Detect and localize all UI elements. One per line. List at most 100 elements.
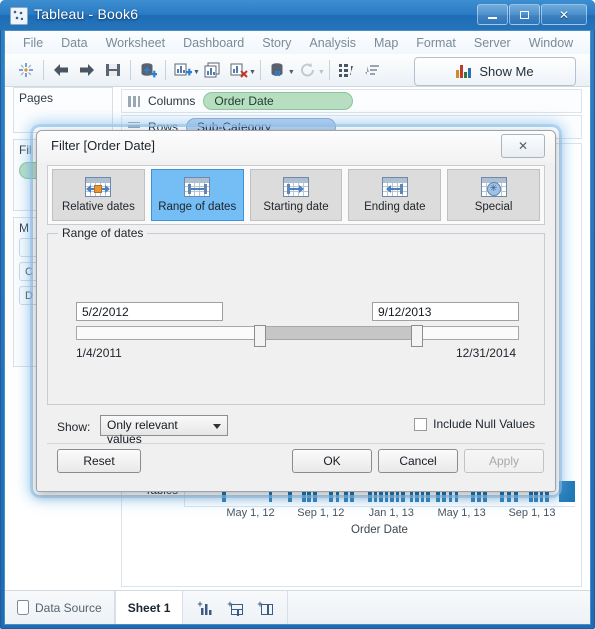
axis-tick-label: Jan 1, 13 [368, 507, 414, 519]
window-title: Tableau - Book6 [34, 6, 139, 22]
sheet-tab-sheet1[interactable]: Sheet 1 [114, 591, 184, 624]
sort-ascending-icon[interactable] [334, 57, 360, 83]
dialog-body: Relative dates Range of dates Starting d… [47, 165, 545, 481]
new-worksheet-icon[interactable] [170, 57, 196, 83]
tab-ending-date[interactable]: Ending date [348, 169, 442, 221]
filter-mode-tabs: Relative dates Range of dates Starting d… [47, 165, 545, 225]
axis-tick-label: May 1, 12 [226, 507, 275, 519]
menu-map[interactable]: Map [365, 34, 407, 52]
ok-button[interactable]: OK [292, 449, 372, 473]
menu-data[interactable]: Data [52, 34, 96, 52]
window-controls: ✕ [477, 4, 587, 25]
show-me-bars-icon [456, 65, 472, 78]
dialog-title: Filter [Order Date] [51, 138, 156, 153]
tab-label: Starting date [263, 201, 329, 213]
tableau-application-window: Tableau - Book6 ✕ File Data Worksheet Da… [0, 0, 595, 629]
include-null-values-label: Include Null Values [433, 417, 535, 431]
include-null-values-row[interactable]: Include Null Values [414, 417, 535, 431]
filter-order-date-dialog: Filter [Order Date] ✕ Relative dates Ran… [36, 130, 556, 492]
dialog-titlebar: Filter [Order Date] ✕ [37, 131, 555, 163]
show-label: Show: [57, 420, 91, 434]
duplicate-sheet-icon[interactable] [200, 57, 226, 83]
menu-format[interactable]: Format [407, 34, 465, 52]
pages-card[interactable]: Pages [13, 87, 113, 133]
columns-pill-order-date[interactable]: Order Date [203, 92, 354, 110]
tab-starting-date[interactable]: Starting date [249, 169, 343, 221]
refresh-icon [295, 57, 321, 83]
cancel-button[interactable]: Cancel [378, 449, 458, 473]
range-min-label: 1/4/2011 [76, 346, 122, 360]
slider-handle-start[interactable] [254, 325, 266, 353]
back-arrow-icon[interactable] [48, 57, 74, 83]
slider-selected-range [260, 327, 417, 339]
axis-tick-label: Sep 1, 13 [508, 507, 556, 519]
date-range-slider[interactable] [76, 325, 519, 353]
show-values-row: Show: Only relevant values Include Null … [47, 415, 545, 446]
sheet-tab-label: Sheet 1 [127, 600, 171, 615]
menu-dashboard[interactable]: Dashboard [174, 34, 253, 52]
menu-server[interactable]: Server [465, 34, 520, 52]
tab-relative-dates[interactable]: Relative dates [52, 169, 145, 221]
tab-label: Special [474, 201, 513, 213]
tab-label: Ending date [364, 201, 426, 213]
special-icon: ✳ [480, 177, 507, 197]
minimize-button[interactable] [477, 4, 508, 25]
swap-rows-columns-icon[interactable] [265, 57, 291, 83]
status-bar: Data Source Sheet 1 + + + [5, 590, 590, 624]
axis-tick-label: May 1, 13 [437, 507, 486, 519]
new-data-source-icon[interactable] [135, 57, 161, 83]
range-group-legend: Range of dates [58, 226, 148, 240]
new-dashboard-icon[interactable]: + [227, 600, 244, 616]
chevron-down-icon [213, 424, 221, 429]
menu-worksheet[interactable]: Worksheet [97, 34, 175, 52]
new-object-buttons: + + + [183, 591, 289, 624]
columns-shelf[interactable]: Columns Order Date [121, 89, 582, 113]
close-window-button[interactable]: ✕ [541, 4, 587, 25]
menu-analysis[interactable]: Analysis [300, 34, 365, 52]
show-me-label: Show Me [479, 64, 534, 79]
tableau-home-icon[interactable] [13, 57, 39, 83]
columns-label: Columns [148, 94, 196, 108]
maximize-button[interactable] [509, 4, 540, 25]
pages-label: Pages [19, 91, 54, 105]
tab-range-of-dates[interactable]: Range of dates [150, 169, 244, 221]
window-titlebar: Tableau - Book6 ✕ [0, 0, 595, 30]
tab-special[interactable]: ✳ Special [447, 169, 540, 221]
forward-arrow-icon[interactable] [74, 57, 100, 83]
range-of-dates-group: Range of dates 5/2/2012 9/12/2013 1/4/20… [47, 226, 545, 405]
reset-button[interactable]: Reset [57, 449, 141, 473]
save-icon[interactable] [100, 57, 126, 83]
show-me-button[interactable]: Show Me [414, 57, 576, 86]
show-values-selected: Only relevant values [107, 418, 178, 446]
include-null-values-checkbox[interactable] [414, 417, 428, 431]
menu-window[interactable]: Window [520, 34, 582, 52]
clear-sheet-icon[interactable] [226, 57, 252, 83]
data-source-tab[interactable]: Data Source [5, 591, 115, 624]
dialog-close-button[interactable]: ✕ [501, 134, 545, 158]
starting-date-icon [282, 177, 309, 197]
end-date-input[interactable]: 9/12/2013 [372, 302, 519, 321]
ending-date-icon [381, 177, 408, 197]
tableau-logo-icon [10, 7, 28, 25]
x-axis-ticks: May 1, 12 Sep 1, 12 Jan 1, 13 May 1, 13 Sep … [184, 507, 575, 525]
menu-help[interactable]: Help [582, 34, 590, 52]
menu-file[interactable]: File [14, 34, 52, 52]
relative-dates-icon [85, 177, 112, 197]
x-axis-title: Order Date [351, 524, 408, 536]
menu-story[interactable]: Story [253, 34, 300, 52]
range-of-dates-icon [184, 177, 211, 197]
apply-button: Apply [464, 449, 544, 473]
start-date-input[interactable]: 5/2/2012 [76, 302, 223, 321]
axis-tick-label: Sep 1, 12 [297, 507, 345, 519]
main-toolbar: ▼ ▼ ▼ ▼ Show Me [5, 54, 590, 87]
tab-label: Relative dates [61, 201, 135, 213]
tab-label: Range of dates [158, 201, 237, 213]
new-worksheet-icon[interactable]: + [197, 600, 214, 615]
dialog-divider [47, 443, 545, 444]
sort-descending-icon[interactable] [360, 57, 386, 83]
columns-icon [128, 95, 140, 107]
data-source-label: Data Source [35, 600, 102, 615]
slider-handle-end[interactable] [410, 325, 423, 353]
show-values-dropdown[interactable]: Only relevant values [100, 415, 228, 446]
new-story-icon[interactable]: + [257, 600, 274, 615]
